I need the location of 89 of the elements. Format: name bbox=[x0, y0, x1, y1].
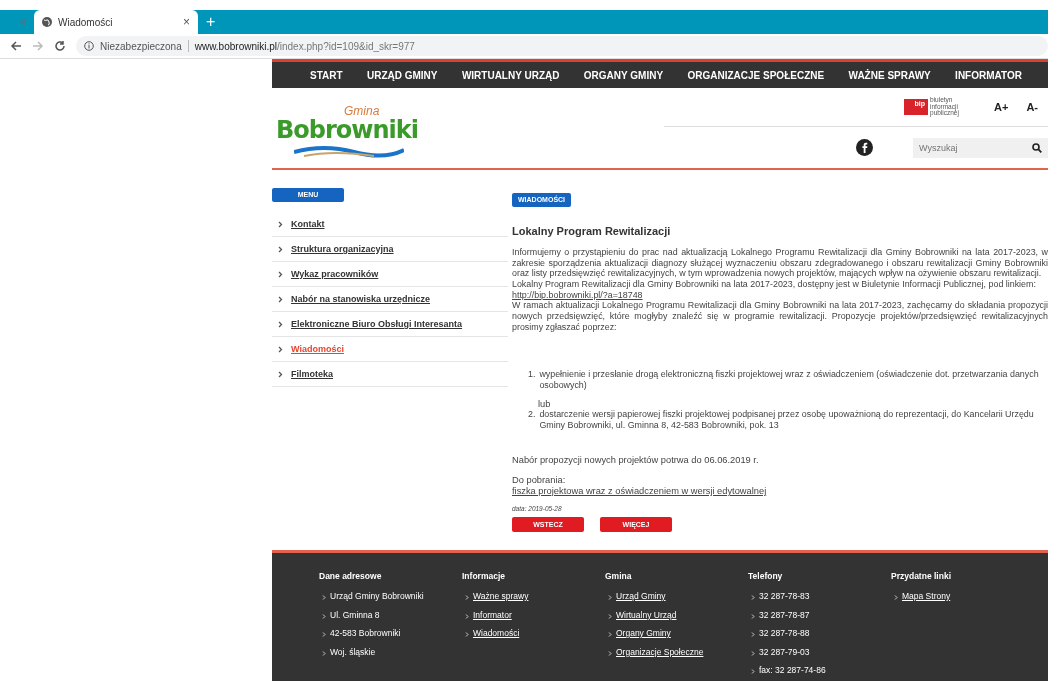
list-item-text: wypełnienie i przesłanie drogą elektroniczną fiszki projektowej wraz z oświadczeniem (oświadczenie dot. przetwarzania danych osobowych) bbox=[539, 368, 1040, 391]
chevron-icon bbox=[278, 320, 283, 328]
footer-text: 32 287-78-87 bbox=[759, 609, 810, 622]
facebook-icon[interactable] bbox=[856, 139, 873, 156]
download-label: Do pobrania: bbox=[512, 475, 566, 485]
footer-link[interactable]: Wiadomości bbox=[473, 628, 520, 647]
paragraph: Lokalny Program Rewitalizacji dla Gminy Bobrowniki na lata 2017-2023, dostępny jest w Biuletynie Informacji Publicznej, pod linkiem: bbox=[512, 279, 1037, 290]
footer-text: Ul. Gminna 8 bbox=[330, 609, 380, 622]
chevron-icon bbox=[322, 631, 327, 638]
chevron-icon bbox=[465, 594, 470, 601]
footer-text: 32 287-78-88 bbox=[759, 628, 810, 640]
chevron-icon bbox=[322, 594, 327, 601]
chevron-icon bbox=[608, 612, 613, 620]
footer-text: 32 287-79-03 bbox=[759, 646, 810, 659]
footer-text: 32 287-78-83 bbox=[759, 591, 810, 603]
footer-link[interactable]: Urząd Gminy bbox=[616, 591, 666, 610]
nav-link[interactable]: INFORMATOR bbox=[955, 69, 1022, 81]
footer-link[interactable]: Wirtualny Urząd bbox=[616, 609, 677, 628]
chevron-icon bbox=[278, 345, 283, 353]
chevron-icon bbox=[894, 594, 899, 601]
sidebar-link[interactable]: Kontakt bbox=[291, 219, 325, 229]
security-label: Niezabezpieczona bbox=[100, 40, 182, 52]
deadline-text: Nabór propozycji nowych projektów potrwa do 06.06.2019 r. bbox=[512, 455, 760, 465]
footer-link[interactable]: Ważne sprawy bbox=[473, 591, 529, 610]
bip-link[interactable]: http://bip.bobrowniki.pl/?a=18748 bbox=[512, 289, 643, 300]
nav-link[interactable]: ORGANIZACJE SPOŁECZNE bbox=[687, 69, 825, 81]
nav-link[interactable]: ORGANY GMINY bbox=[583, 69, 664, 81]
chevron-icon bbox=[608, 631, 613, 638]
logo-drawing[interactable]: Gmina Bobrowniki bbox=[274, 102, 424, 162]
article-title: Lokalny Program Rewitalizacji bbox=[512, 225, 672, 237]
chevron-icon bbox=[608, 594, 613, 601]
chevron-icon bbox=[278, 220, 283, 228]
footer-link[interactable]: Mapa Strony bbox=[902, 591, 951, 610]
nav-link[interactable]: START bbox=[310, 69, 343, 81]
footer-heading: Informacje bbox=[462, 571, 506, 581]
back-icon[interactable] bbox=[10, 40, 22, 52]
chevron-icon bbox=[322, 649, 327, 657]
chevron-icon bbox=[751, 668, 756, 675]
list-number: 1. bbox=[528, 368, 536, 381]
chevron-icon bbox=[465, 631, 470, 638]
browser-tab[interactable]: Wiadomości × bbox=[34, 10, 198, 34]
footer-text: Woj. śląskie bbox=[330, 646, 376, 659]
font-size-button[interactable]: A+ bbox=[994, 101, 1009, 113]
chevron-icon bbox=[322, 612, 327, 620]
nav-link[interactable]: WIRTUALNY URZĄD bbox=[461, 69, 560, 81]
url-text: www.bobrowniki.pl/index.php?id=109&id_skr=977 bbox=[194, 40, 415, 52]
footer-heading: Gmina bbox=[605, 571, 633, 581]
globe-icon bbox=[42, 17, 52, 27]
tab-title: Wiadomości bbox=[58, 16, 114, 28]
footer-text: Urząd Gminy Bobrowniki bbox=[330, 591, 424, 603]
address-bar[interactable]: Niezabezpieczona www.bobrowniki.pl/index.php?id=109&id_skr=977 bbox=[76, 36, 1048, 56]
tab-close-button[interactable]: × bbox=[183, 15, 190, 29]
chevron-icon bbox=[278, 370, 283, 378]
chevron-icon bbox=[751, 649, 756, 657]
sidebar-link[interactable]: Wykaz pracowników bbox=[291, 269, 379, 279]
reload-icon[interactable] bbox=[54, 40, 66, 52]
sidebar-link[interactable]: Struktura organizacyjna bbox=[291, 244, 394, 254]
sidebar-link[interactable]: Filmoteka bbox=[291, 369, 333, 379]
chevron-icon bbox=[608, 649, 613, 657]
nav-link[interactable]: WAŻNE SPRAWY bbox=[848, 69, 931, 81]
sidebar-link[interactable]: Nabór na stanowiska urzędnicze bbox=[291, 294, 431, 304]
list-number: 2. bbox=[528, 408, 536, 421]
font-size-button[interactable]: A- bbox=[1026, 101, 1038, 113]
footer-link[interactable]: Organy Gminy bbox=[616, 628, 671, 647]
footer-heading: Dane adresowe bbox=[319, 571, 383, 581]
list-note: lub bbox=[538, 398, 552, 409]
chevron-icon bbox=[751, 612, 756, 620]
footer-text: fax: 32 287-74-86 bbox=[759, 665, 826, 677]
paragraph: W ramach aktualizacji Lokalnego Programu Rewitalizacji dla Gminy Bobrowniki na lata 2017-2023, zachęcamy do składania propozycji nowych przedsięwzięć, które mogłyby znaleźć się w programie rewitalizacji. Propozycje projektów/przedsięwzięć rewitalizacyjnych prosimy zgłaszać poprzez: bbox=[512, 300, 1048, 333]
chevron-icon bbox=[278, 270, 283, 278]
sidebar-link[interactable]: Elektroniczne Biuro Obsługi Interesanta bbox=[291, 319, 463, 329]
nav-link[interactable]: URZĄD GMINY bbox=[366, 69, 438, 81]
speaker-icon bbox=[20, 18, 28, 26]
search-icon[interactable] bbox=[1032, 142, 1042, 153]
download-link[interactable]: fiszka projektowa wraz z oświadczeniem w wersji edytowalnej bbox=[512, 486, 1048, 498]
footer-heading: Telefony bbox=[748, 571, 784, 581]
footer-link[interactable]: Organizacje Społeczne bbox=[616, 646, 704, 665]
paragraph: Informujemy o przystąpieniu do prac nad aktualizacją Lokalnego Programu Rewitalizacji dla Gminy Bobrowniki na lata 2017-2023, w zakresie sporządzenia aktualizacji diagnozy służącej wyznaczeniu obszaru zdegradowanego i obszaru rewitalizacji Gminy Bobrowniki oraz listy przedsięwzięć rewitalizacyjnych, w tym wprowadzenia nowych projektów, mających wpływ na ożywienie obszaru rewitalizacji. bbox=[512, 247, 1048, 280]
footer-link[interactable]: Informator bbox=[473, 609, 512, 628]
chevron-icon bbox=[278, 245, 283, 253]
info-icon bbox=[84, 41, 94, 51]
chevron-icon bbox=[465, 612, 470, 620]
chevron-icon bbox=[751, 631, 756, 638]
chevron-icon bbox=[751, 594, 756, 601]
list-item-text: dostarczenie wersji papierowej fiszki projektowej podpisanej przez osobę upoważnioną do reprezentacji, do Kancelarii Urzędu Gminy Bobrowniki, ul. Gminna 8, 42-583 Bobrowniki, pok. 13 bbox=[539, 408, 1035, 431]
footer-heading: Przydatne linki bbox=[891, 571, 952, 581]
sidebar-link[interactable]: Wiadomości bbox=[291, 344, 344, 354]
chevron-icon bbox=[278, 295, 283, 303]
footer-text: 42-583 Bobrowniki bbox=[330, 628, 401, 640]
